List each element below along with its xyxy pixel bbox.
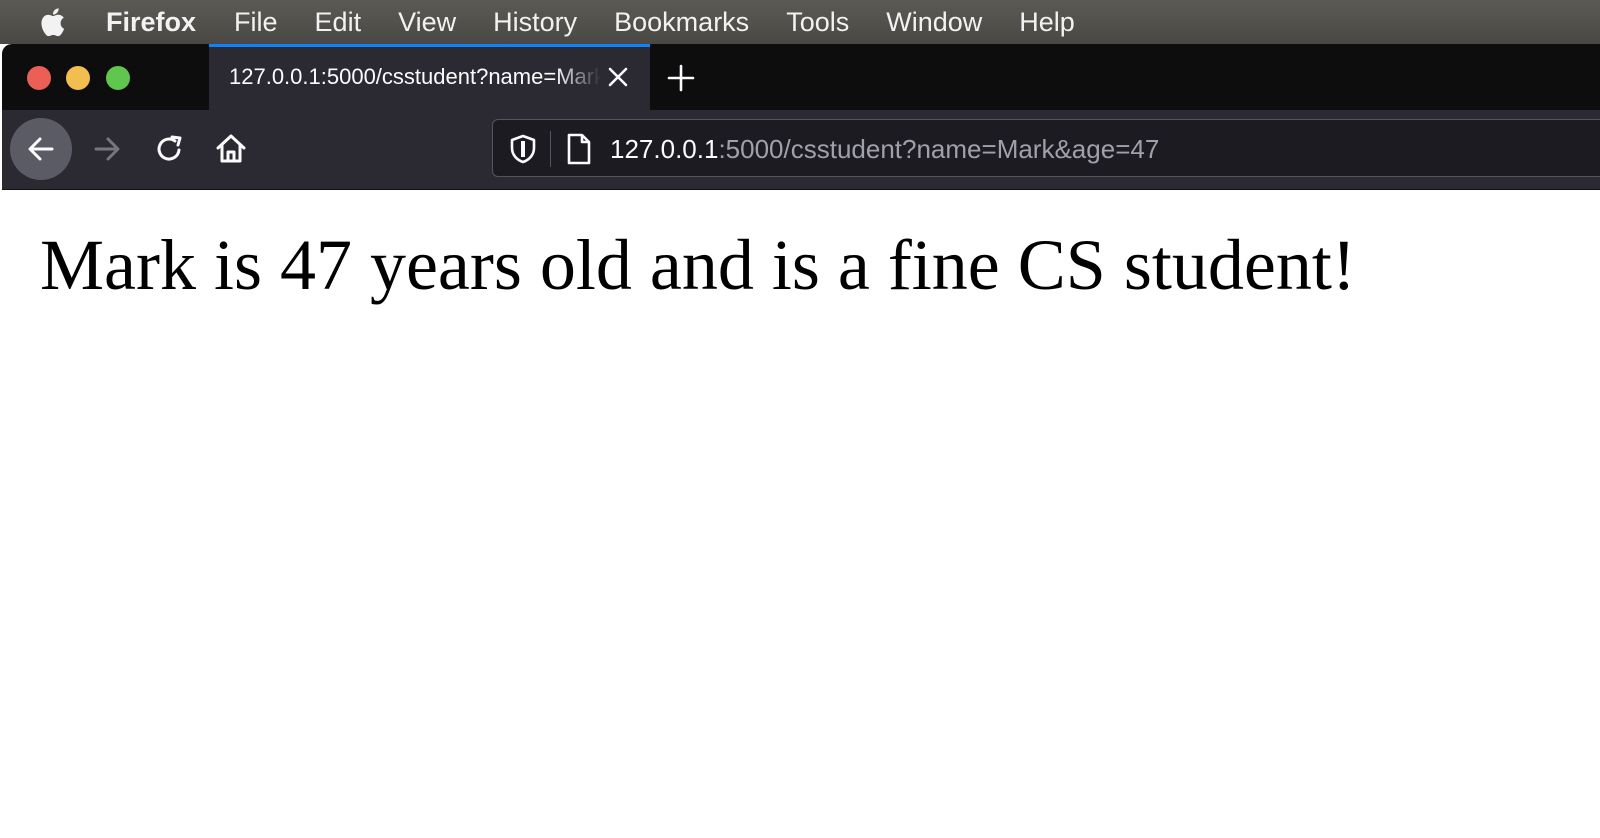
- menu-app-firefox[interactable]: Firefox: [106, 7, 196, 38]
- tab-active-indicator: [209, 44, 650, 47]
- tab-strip: 127.0.0.1:5000/csstudent?name=Mark&age=4…: [2, 44, 1600, 110]
- home-icon: [216, 134, 246, 163]
- browser-window: 127.0.0.1:5000/csstudent?name=Mark&age=4…: [2, 44, 1600, 838]
- home-button[interactable]: [208, 126, 254, 172]
- back-button[interactable]: [10, 118, 72, 180]
- navigation-toolbar: 127.0.0.1:5000/csstudent?name=Mark&age=4…: [2, 110, 1600, 191]
- window-close-button[interactable]: [27, 66, 51, 90]
- menu-view[interactable]: View: [398, 7, 456, 38]
- plus-icon[interactable]: [666, 63, 696, 93]
- url-text[interactable]: 127.0.0.1:5000/csstudent?name=Mark&age=4…: [610, 134, 1159, 165]
- arrow-right-icon: [94, 137, 120, 161]
- menu-edit[interactable]: Edit: [315, 7, 362, 38]
- url-host: 127.0.0.1: [610, 134, 719, 164]
- menu-tools[interactable]: Tools: [786, 7, 849, 38]
- apple-logo-icon[interactable]: [36, 5, 76, 39]
- page-content: Mark is 47 years old and is a fine CS st…: [2, 190, 1600, 838]
- menu-window[interactable]: Window: [886, 7, 982, 38]
- reload-button[interactable]: [147, 126, 193, 172]
- window-minimize-button[interactable]: [66, 66, 90, 90]
- address-bar[interactable]: 127.0.0.1:5000/csstudent?name=Mark&age=4…: [492, 119, 1600, 177]
- page-heading: Mark is 47 years old and is a fine CS st…: [40, 225, 1356, 305]
- address-bar-separator: [550, 131, 551, 167]
- menu-bookmarks[interactable]: Bookmarks: [614, 7, 749, 38]
- window-maximize-button[interactable]: [106, 66, 130, 90]
- arrow-left-icon: [28, 137, 54, 161]
- reload-icon: [157, 135, 182, 161]
- page-icon[interactable]: [565, 133, 593, 170]
- url-path: :5000/csstudent?name=Mark&age=47: [718, 134, 1160, 164]
- menu-history[interactable]: History: [493, 7, 577, 38]
- tab-title: 127.0.0.1:5000/csstudent?name=Mark&age=4…: [229, 64, 601, 89]
- shield-icon[interactable]: [509, 134, 537, 169]
- forward-button[interactable]: [84, 126, 130, 172]
- close-icon[interactable]: [606, 65, 630, 89]
- menu-help[interactable]: Help: [1019, 7, 1075, 38]
- menu-file[interactable]: File: [234, 7, 278, 38]
- menu-bar: Firefox File Edit View History Bookmarks…: [0, 0, 1600, 44]
- tab-active[interactable]: 127.0.0.1:5000/csstudent?name=Mark&age=4…: [209, 44, 650, 110]
